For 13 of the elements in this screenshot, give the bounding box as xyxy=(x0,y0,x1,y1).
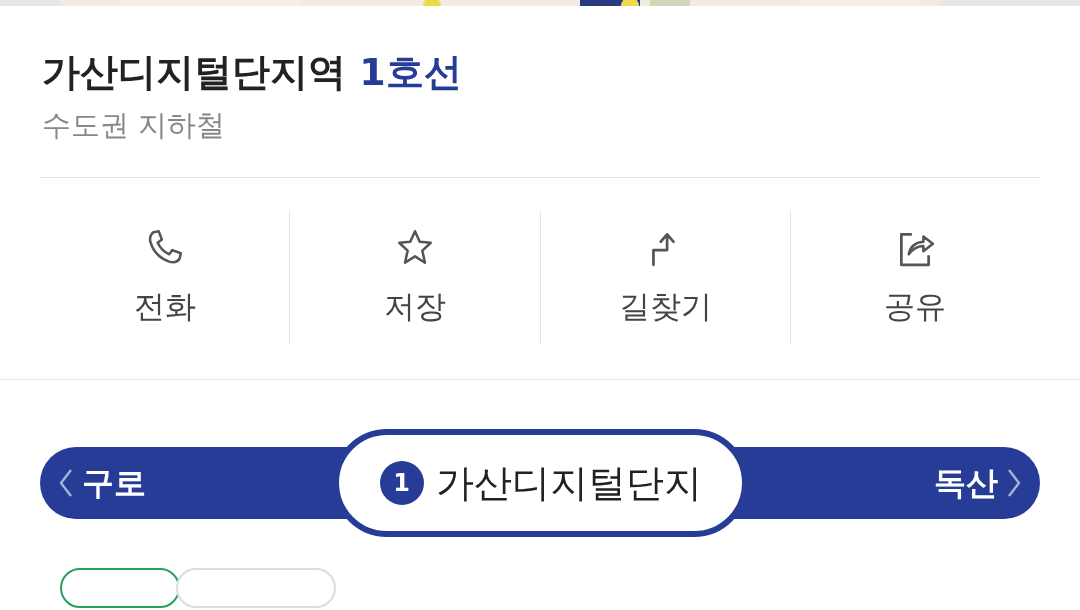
action-button[interactable]: 공유 xyxy=(884,282,947,330)
action-button[interactable]: 저장 xyxy=(383,282,446,330)
line-number-badge: 1 xyxy=(379,461,424,506)
station-category: 수도권 지하철 xyxy=(42,106,227,144)
chevron-right-icon xyxy=(1006,468,1022,499)
filter-chip[interactable] xyxy=(60,568,180,609)
station-title: 가산디지털단지역 1호선 xyxy=(42,50,462,94)
current-station-name: 가산디지털단지 xyxy=(435,459,702,507)
action-button[interactable]: 길찾기 xyxy=(618,282,712,330)
chevron-left-icon xyxy=(58,468,74,499)
next-station-link[interactable]: 독산 xyxy=(934,459,998,508)
previous-station-link[interactable]: 구로 xyxy=(82,459,146,508)
action-button[interactable]: 전화 xyxy=(133,282,196,330)
